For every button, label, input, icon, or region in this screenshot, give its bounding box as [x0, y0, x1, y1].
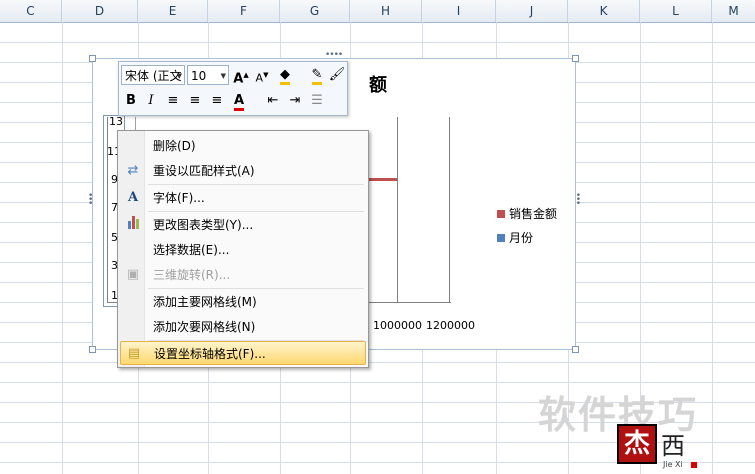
legend-entry-month[interactable]: 月份: [497, 229, 533, 246]
menu-item-change-chart-type[interactable]: 更改图表类型(Y)...: [120, 213, 366, 237]
column-header-d[interactable]: D: [62, 0, 138, 22]
x-tick-label: 1000000: [373, 319, 422, 332]
logo-mark: 杰: [617, 424, 657, 464]
menu-separator: [148, 184, 364, 185]
increase-indent-icon: ⇥: [289, 93, 301, 108]
menu-item-label: 三维旋转(R)...: [153, 268, 231, 282]
menu-separator: [148, 211, 364, 212]
column-header-j[interactable]: J: [496, 0, 568, 22]
format-axis-icon: ▤: [127, 346, 141, 361]
bullets-icon: ☰: [311, 93, 323, 108]
context-menu: 删除(D) ⇄ 重设以匹配样式(A) A 字体(F)... 更改图表类型(Y).…: [117, 130, 369, 368]
menu-item-label: 字体(F)...: [153, 191, 205, 205]
column-header-k[interactable]: K: [568, 0, 640, 22]
column-header-e[interactable]: E: [138, 0, 208, 22]
column-header-c[interactable]: C: [0, 0, 62, 22]
chart-title[interactable]: 额: [369, 71, 387, 97]
align-center-icon: ≡: [189, 93, 201, 108]
align-right-button[interactable]: ≡: [207, 91, 227, 111]
resize-grip-right[interactable]: • • •: [576, 192, 581, 209]
column-header-m[interactable]: M: [712, 0, 755, 22]
menu-item-add-major-gridlines[interactable]: 添加主要网格线(M): [120, 290, 366, 314]
bullets-button[interactable]: ☰: [307, 91, 327, 111]
font-color-icon: A: [233, 93, 245, 111]
shrink-font-button[interactable]: A▼: [252, 65, 272, 85]
column-header-h[interactable]: H: [350, 0, 422, 22]
resize-handle-br[interactable]: [572, 346, 579, 353]
logo-mark-second: 西: [661, 432, 685, 460]
resize-handle-tl[interactable]: [89, 55, 96, 62]
legend-label: 月份: [509, 231, 534, 245]
font-name-value: 宋体 (正文: [125, 69, 182, 83]
legend-label: 销售金额: [509, 207, 558, 221]
menu-item-label: 删除(D): [153, 139, 196, 153]
bold-button[interactable]: B: [121, 91, 141, 111]
logo-subtext: Jie Xi: [663, 460, 683, 469]
menu-item-format-axis[interactable]: ▤ 设置坐标轴格式(F)...: [120, 341, 366, 365]
x-tick-label: 1200000: [426, 319, 475, 332]
legend-entry-sales[interactable]: 销售金额: [497, 205, 557, 222]
menu-item-label: 重设以匹配样式(A): [153, 164, 255, 178]
italic-button[interactable]: I: [141, 91, 161, 111]
resize-grip-top[interactable]: ••••: [325, 50, 343, 60]
menu-separator: [148, 288, 364, 289]
column-header-g[interactable]: G: [280, 0, 350, 22]
align-left-icon: ≡: [167, 93, 179, 108]
align-center-button[interactable]: ≡: [185, 91, 205, 111]
font-size-value: 10: [191, 69, 207, 83]
menu-item-label: 添加主要网格线(M): [153, 295, 257, 309]
pen-icon: ✎: [311, 67, 323, 85]
menu-item-font[interactable]: A 字体(F)...: [120, 186, 366, 210]
menu-item-label: 选择数据(E)...: [153, 243, 230, 257]
column-header-f[interactable]: F: [208, 0, 280, 22]
align-right-icon: ≡: [211, 93, 223, 108]
grow-font-button[interactable]: A▲: [231, 65, 251, 87]
menu-item-label: 更改图表类型(Y)...: [153, 218, 254, 232]
decrease-indent-button[interactable]: ⇤: [263, 91, 283, 111]
font-color-button[interactable]: A: [229, 91, 249, 111]
menu-item-label: 添加次要网格线(N): [153, 320, 256, 334]
rotate-3d-icon: ▣: [126, 267, 140, 282]
menu-item-reset-style[interactable]: ⇄ 重设以匹配样式(A): [120, 159, 366, 183]
column-header-bar: C D E F G H I J K L M: [0, 0, 755, 23]
column-header-i[interactable]: I: [422, 0, 496, 22]
vertical-gridline: [397, 117, 398, 302]
resize-handle-bl[interactable]: [89, 346, 96, 353]
line-color-button[interactable]: ✎: [307, 65, 327, 85]
menu-item-3d-rotation[interactable]: ▣ 三维旋转(R)...: [120, 263, 366, 287]
menu-item-delete[interactable]: 删除(D): [120, 134, 366, 158]
menu-item-select-data[interactable]: 选择数据(E)...: [120, 238, 366, 262]
format-painter-icon: 🖌: [328, 67, 346, 82]
mini-toolbar: 宋体 (正文 ▼ 10 ▼ A▲ A▼ ◆ ✎ 🖌 B I ≡ ≡ ≡ A ⇤ …: [118, 61, 348, 116]
align-left-button[interactable]: ≡: [163, 91, 183, 111]
chevron-down-icon: ▼: [220, 72, 226, 80]
font-size-select[interactable]: 10 ▼: [187, 65, 229, 85]
menu-item-label: 设置坐标轴格式(F)...: [154, 347, 266, 361]
menu-item-add-minor-gridlines[interactable]: 添加次要网格线(N): [120, 315, 366, 339]
column-header-l[interactable]: L: [640, 0, 712, 22]
grow-font-icon: A: [233, 71, 244, 87]
reset-style-icon: ⇄: [127, 163, 139, 178]
resize-grip-left[interactable]: • • •: [88, 192, 93, 209]
font-icon: A: [127, 190, 139, 205]
font-name-select[interactable]: 宋体 (正文 ▼: [121, 65, 185, 85]
paint-bucket-icon: ◆: [280, 67, 290, 85]
fill-color-button[interactable]: ◆: [275, 65, 295, 85]
legend-swatch: [497, 233, 505, 242]
format-painter-button[interactable]: 🖌: [327, 65, 347, 85]
watermark-logo: 杰 西 Jie Xi: [617, 424, 697, 472]
decrease-indent-icon: ⇤: [267, 93, 279, 108]
increase-indent-button[interactable]: ⇥: [285, 91, 305, 111]
resize-handle-tr[interactable]: [572, 55, 579, 62]
vertical-gridline: [449, 117, 450, 302]
shrink-font-icon: A: [255, 71, 264, 85]
legend-swatch: [497, 209, 505, 218]
chart-type-icon: [124, 216, 142, 234]
chevron-down-icon: ▼: [176, 72, 182, 80]
logo-square: [691, 462, 697, 468]
